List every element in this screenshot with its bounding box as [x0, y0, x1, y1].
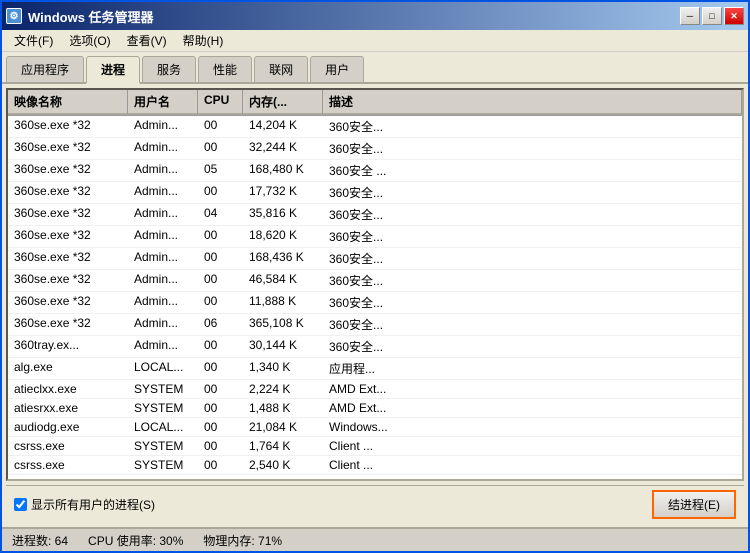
cpu-usage: CPU 使用率: 30% — [88, 532, 183, 549]
table-row[interactable]: dwm.exeAdmin...0012,984 K桌面窗... — [8, 475, 742, 479]
table-row[interactable]: atiesrxx.exeSYSTEM001,488 KAMD Ext... — [8, 399, 742, 418]
bottom-bar: 显示所有用户的进程(S) 结进程(E) — [6, 485, 744, 523]
task-manager-window: ⚙ Windows 任务管理器 ─ □ ✕ 文件(F) 选项(O) 查看(V) … — [0, 0, 750, 553]
menu-bar: 文件(F) 选项(O) 查看(V) 帮助(H) — [2, 30, 748, 52]
table-row[interactable]: atieclxx.exeSYSTEM002,224 KAMD Ext... — [8, 380, 742, 399]
show-all-checkbox-input[interactable] — [14, 498, 27, 511]
col-name[interactable]: 映像名称 — [8, 90, 128, 115]
memory-usage: 物理内存: 71% — [203, 532, 282, 549]
table-row[interactable]: 360se.exe *32Admin...06365,108 K360安全... — [8, 314, 742, 336]
tab-processes[interactable]: 进程 — [86, 56, 140, 84]
col-cpu[interactable]: CPU — [198, 90, 243, 115]
tabs-bar: 应用程序 进程 服务 性能 联网 用户 — [2, 52, 748, 84]
table-row[interactable]: 360se.exe *32Admin...0014,204 K360安全... — [8, 116, 742, 138]
process-table: 映像名称 用户名 CPU 内存(... 描述 360se.exe *32Admi… — [6, 88, 744, 481]
table-row[interactable]: 360tray.ex...Admin...0030,144 K360安全... — [8, 336, 742, 358]
table-row[interactable]: alg.exeLOCAL...001,340 K应用程... — [8, 358, 742, 380]
status-bar: 进程数: 64 CPU 使用率: 30% 物理内存: 71% — [2, 527, 748, 551]
show-all-label: 显示所有用户的进程(S) — [31, 496, 155, 513]
title-bar: ⚙ Windows 任务管理器 ─ □ ✕ — [2, 2, 748, 30]
content-area: 映像名称 用户名 CPU 内存(... 描述 360se.exe *32Admi… — [2, 84, 748, 527]
end-process-button[interactable]: 结进程(E) — [652, 490, 736, 519]
table-body[interactable]: 360se.exe *32Admin...0014,204 K360安全...3… — [8, 116, 742, 479]
tab-users[interactable]: 用户 — [310, 56, 364, 82]
tab-applications[interactable]: 应用程序 — [6, 56, 84, 82]
table-row[interactable]: 360se.exe *32Admin...0046,584 K360安全... — [8, 270, 742, 292]
menu-view[interactable]: 查看(V) — [119, 30, 175, 51]
col-desc[interactable]: 描述 — [323, 90, 742, 115]
menu-options[interactable]: 选项(O) — [61, 30, 118, 51]
process-count: 进程数: 64 — [12, 532, 68, 549]
table-row[interactable]: 360se.exe *32Admin...0435,816 K360安全... — [8, 204, 742, 226]
col-memory[interactable]: 内存(... — [243, 90, 323, 115]
minimize-button[interactable]: ─ — [680, 7, 700, 25]
title-bar-left: ⚙ Windows 任务管理器 — [6, 7, 154, 26]
close-button[interactable]: ✕ — [724, 7, 744, 25]
tab-performance[interactable]: 性能 — [198, 56, 252, 82]
table-row[interactable]: audiodg.exeLOCAL...0021,084 KWindows... — [8, 418, 742, 437]
table-row[interactable]: 360se.exe *32Admin...0018,620 K360安全... — [8, 226, 742, 248]
col-user[interactable]: 用户名 — [128, 90, 198, 115]
table-row[interactable]: 360se.exe *32Admin...0032,244 K360安全... — [8, 138, 742, 160]
window-icon: ⚙ — [6, 8, 22, 24]
show-all-users-checkbox[interactable]: 显示所有用户的进程(S) — [14, 496, 155, 513]
tab-services[interactable]: 服务 — [142, 56, 196, 82]
menu-file[interactable]: 文件(F) — [6, 30, 61, 51]
table-row[interactable]: csrss.exeSYSTEM002,540 KClient ... — [8, 456, 742, 475]
table-row[interactable]: 360se.exe *32Admin...0011,888 K360安全... — [8, 292, 742, 314]
title-buttons: ─ □ ✕ — [680, 7, 744, 25]
table-row[interactable]: 360se.exe *32Admin...00168,436 K360安全... — [8, 248, 742, 270]
table-row[interactable]: 360se.exe *32Admin...05168,480 K360安全 ..… — [8, 160, 742, 182]
window-title: Windows 任务管理器 — [28, 7, 154, 26]
menu-help[interactable]: 帮助(H) — [175, 30, 232, 51]
restore-button[interactable]: □ — [702, 7, 722, 25]
table-row[interactable]: csrss.exeSYSTEM001,764 KClient ... — [8, 437, 742, 456]
table-header: 映像名称 用户名 CPU 内存(... 描述 — [8, 90, 742, 116]
table-row[interactable]: 360se.exe *32Admin...0017,732 K360安全... — [8, 182, 742, 204]
tab-network[interactable]: 联网 — [254, 56, 308, 82]
